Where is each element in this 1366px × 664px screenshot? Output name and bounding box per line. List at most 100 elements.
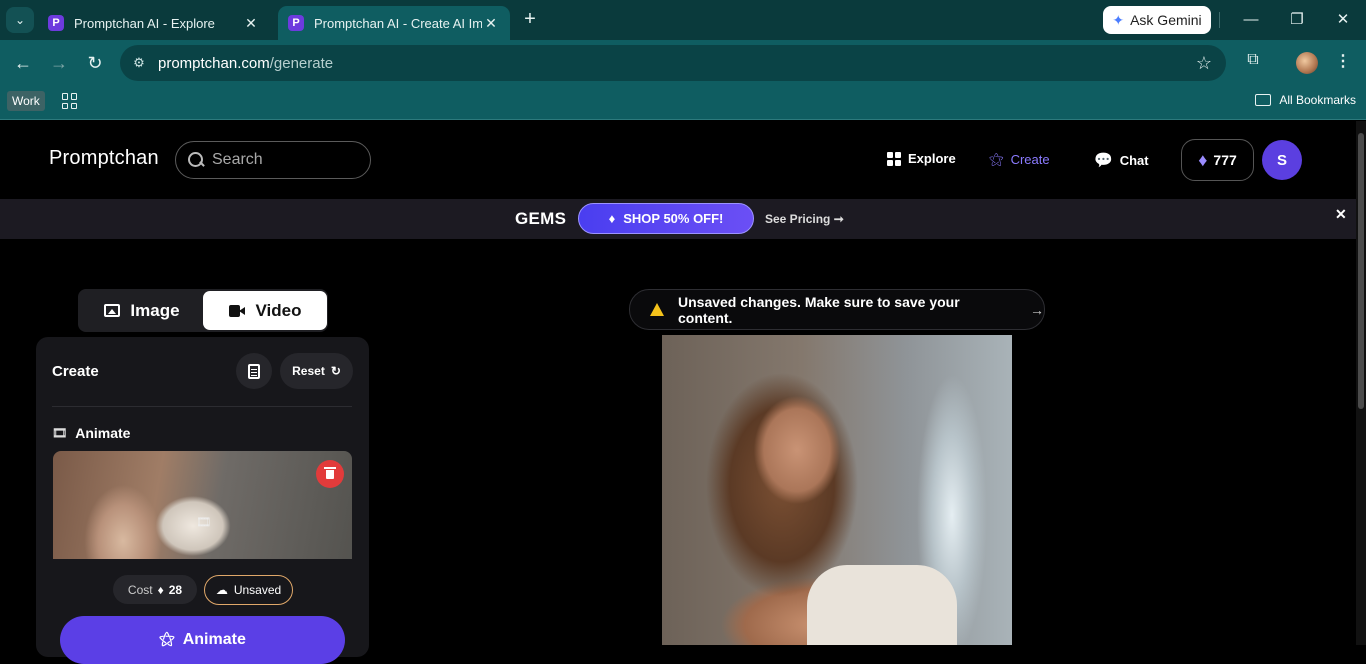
profile-avatar[interactable] [1296,52,1318,74]
clipboard-icon [248,363,260,379]
bookmarks-bar: Work All Bookmarks [0,86,1366,120]
chat-bubble-icon: 💬 [1094,152,1113,169]
ask-gemini-button[interactable]: ✦ Ask Gemini [1103,6,1211,34]
film-icon: 🎞 [196,515,212,529]
source-image-thumbnail[interactable]: 🎞 [53,451,352,559]
page-scrollbar[interactable] [1356,121,1366,645]
promptchan-favicon-icon: P [48,15,64,31]
browser-tab-create[interactable]: P Promptchan AI - Create AI Imag ✕ [278,6,510,40]
tab-image[interactable]: Image [80,291,204,330]
preview-image-detail [807,565,957,645]
image-icon [104,304,121,317]
video-camera-icon [228,304,246,317]
gemini-spark-icon: ✦ [1112,11,1125,28]
url-path: /generate [269,54,334,72]
unsaved-status-badge: ☁ Unsaved [204,575,293,605]
magic-wand-icon: ⚝ [159,631,175,648]
folder-icon [1255,94,1272,106]
gem-icon: ♦ [1198,149,1208,170]
create-panel: Create Reset ↻ 🎞 Animate 🎞 Cost ♦ 28 ☁ U… [36,337,369,664]
reset-label: Reset [292,364,325,378]
nav-explore-label: Explore [908,151,956,166]
new-tab-button[interactable]: + [518,8,542,32]
tab-title: Promptchan AI - Create AI Imag [314,15,482,31]
forward-arrow-icon[interactable]: → [46,50,72,76]
tab-image-label: Image [130,300,180,320]
tab-video-label: Video [255,300,302,320]
restore-icon[interactable]: ❐ [1285,8,1309,32]
shop-sale-button[interactable]: ♦ SHOP 50% OFF! [578,203,754,234]
unsaved-label: Unsaved [233,583,282,597]
unsaved-changes-notice[interactable]: Unsaved changes. Make sure to save your … [629,289,1045,330]
gem-icon: ♦ [608,211,616,226]
nav-create-label: Create [1010,152,1050,167]
grid-icon [887,151,901,166]
reset-button[interactable]: Reset ↻ [280,353,353,389]
cost-label: Cost [127,582,153,597]
promptchan-favicon-icon: P [288,15,304,31]
browser-tab-explore[interactable]: P Promptchan AI - Explore ✕ [38,6,270,40]
warning-icon [650,303,664,316]
close-tab-icon[interactable]: ✕ [482,15,500,32]
minimize-icon[interactable]: — [1239,8,1263,32]
animate-button-label: Animate [182,631,246,648]
url-host: promptchan.com [158,54,270,72]
see-pricing-link[interactable]: See Pricing ➞ [765,212,844,226]
panel-title: Create [52,363,99,380]
generated-image-preview[interactable] [662,335,1012,645]
nav-chat[interactable]: 💬 Chat [1094,151,1149,169]
browser-toolbar: ← → ↻ ⚙ promptchan.com/generate ☆ ⧉ ⋮ [0,40,1366,86]
work-profile-badge[interactable]: Work [7,91,45,111]
nav-create[interactable]: ⚝ Create [989,151,1050,168]
back-arrow-icon[interactable]: ← [10,50,36,76]
animate-section-heading: 🎞 Animate [52,425,130,441]
close-window-icon[interactable]: ✕ [1331,8,1355,32]
gems-balance[interactable]: ♦ 777 [1181,139,1254,181]
cloud-off-icon: ☁ [215,583,228,597]
address-bar[interactable]: ⚙ promptchan.com/generate ☆ [120,45,1226,81]
page-content: Promptchan Explore ⚝ Create 💬 Chat ♦ 777… [0,121,1356,664]
user-avatar[interactable]: S [1262,140,1302,180]
media-type-toggle: Image Video [78,289,328,332]
tab-search-button[interactable]: ⌄ [6,7,34,33]
close-tab-icon[interactable]: ✕ [242,15,260,32]
shop-sale-label: SHOP 50% OFF! [623,211,724,226]
chevron-down-icon: ⌄ [14,13,26,27]
nav-chat-label: Chat [1119,152,1149,168]
browser-tab-bar: ⌄ P Promptchan AI - Explore ✕ P Promptch… [0,0,1366,40]
arrow-right-icon: → [1030,301,1044,318]
notice-text: Unsaved changes. Make sure to save your … [678,293,960,326]
trash-icon [324,466,336,479]
tab-video[interactable]: Video [203,291,327,330]
close-banner-icon[interactable]: ✕ [1335,206,1347,223]
site-logo[interactable]: Promptchan [49,147,159,170]
ask-gemini-label: Ask Gemini [1130,12,1202,28]
delete-image-button[interactable] [316,460,344,488]
film-icon: 🎞 [52,426,68,440]
search-bar[interactable] [175,141,371,179]
search-input[interactable] [212,151,352,169]
refresh-icon: ↻ [330,364,341,378]
scrollbar-thumb[interactable] [1358,133,1364,409]
cost-badge: Cost ♦ 28 [113,575,197,604]
magic-wand-icon: ⚝ [989,151,1004,168]
all-bookmarks-button[interactable]: All Bookmarks [1255,93,1356,107]
all-bookmarks-label: All Bookmarks [1279,93,1356,107]
bookmark-star-icon[interactable]: ☆ [1196,53,1212,74]
browser-menu-icon[interactable]: ⋮ [1334,51,1352,73]
site-settings-icon[interactable]: ⚙ [120,55,158,71]
search-icon [188,152,204,168]
reload-icon[interactable]: ↻ [82,50,108,76]
animate-button[interactable]: ⚝ Animate [60,616,345,664]
promo-banner: GEMS ♦ SHOP 50% OFF! See Pricing ➞ ✕ [0,199,1356,239]
clipboard-button[interactable] [236,353,272,389]
divider [1219,12,1220,28]
gems-count: 777 [1213,152,1237,168]
nav-explore[interactable]: Explore [887,151,956,166]
tab-title: Promptchan AI - Explore [74,15,215,31]
animate-section-label: Animate [75,425,131,441]
apps-grid-icon[interactable] [62,93,78,109]
extensions-puzzle-icon[interactable]: ⧉ [1242,51,1264,73]
promo-gems-label: GEMS [515,209,567,228]
divider [52,406,352,407]
